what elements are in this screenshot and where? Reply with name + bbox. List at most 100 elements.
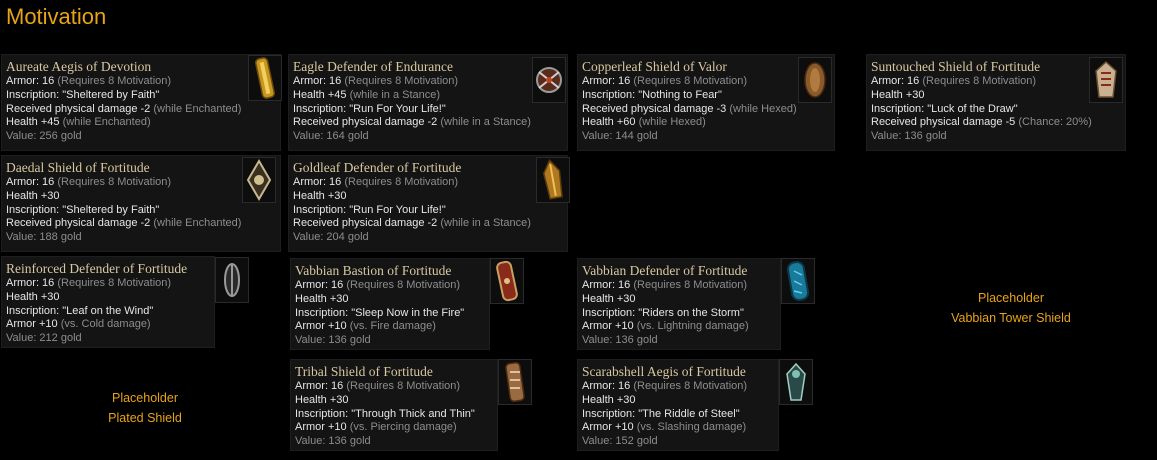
- item-name: Goldleaf Defender of Fortitude: [293, 160, 462, 175]
- requirement-note: (Requires 8 Motivation): [343, 380, 461, 392]
- item-stat: Health +30: [6, 290, 60, 303]
- item-value: Value: 188 gold: [6, 231, 82, 244]
- goldleaf-shield-icon[interactable]: [536, 157, 570, 203]
- item-stat: Inscription: "The Riddle of Steel": [582, 407, 740, 420]
- vabbian-defender-icon[interactable]: [781, 258, 815, 304]
- copperleaf-shield-icon[interactable]: [798, 57, 832, 103]
- armor-stat: Armor: 16: [6, 277, 55, 289]
- item-stat: Health +30: [295, 393, 349, 406]
- item-card[interactable]: Vabbian Bastion of Fortitude Armor: 16 (…: [290, 258, 490, 350]
- item-stat: Health +30: [871, 88, 925, 101]
- reinforced-shield-icon[interactable]: [215, 257, 249, 303]
- item-stat: Health +30: [582, 393, 636, 406]
- item-stat: Armor +10: [582, 421, 634, 434]
- requirement-note: (Requires 8 Motivation): [54, 277, 172, 289]
- item-stat: Received physical damage -2: [293, 217, 438, 230]
- requirement-note: (Requires 8 Motivation): [630, 279, 748, 291]
- armor-stat: Armor: 16: [6, 176, 55, 188]
- requirement-note: (Requires 8 Motivation): [54, 176, 172, 188]
- item-stat: Received physical damage -2: [6, 217, 151, 230]
- armor-stat: Armor: 16: [582, 279, 631, 291]
- armor-stat: Armor: 16: [295, 380, 344, 392]
- item-name: Scarabshell Aegis of Fortitude: [582, 364, 746, 379]
- item-stat: Health +60: [582, 116, 636, 129]
- item-value: Value: 136 gold: [871, 130, 947, 143]
- stat-note: (vs. Lightning damage): [633, 320, 749, 333]
- eagle-shield-icon[interactable]: [532, 57, 566, 103]
- scarabshell-shield-icon[interactable]: [779, 359, 813, 405]
- item-name: Aureate Aegis of Devotion: [6, 59, 152, 74]
- armor-stat: Armor: 16: [293, 176, 342, 188]
- placeholder-item-name: Vabbian Tower Shield: [951, 311, 1071, 325]
- item-stat: Health +30: [582, 292, 636, 305]
- item-stat: Received physical damage -2: [293, 116, 438, 129]
- placeholder-item-name: Plated Shield: [108, 411, 182, 425]
- item-value: Value: 256 gold: [6, 130, 82, 143]
- stat-note: (while Enchanted): [59, 116, 151, 129]
- placeholder-label: Placeholder: [977, 291, 1044, 305]
- item-name: Vabbian Defender of Fortitude: [582, 263, 748, 278]
- item-stat: Inscription: "Run For Your Life!": [293, 102, 446, 115]
- requirement-note: (Requires 8 Motivation): [630, 380, 748, 392]
- requirement-note: (Requires 8 Motivation): [341, 75, 459, 87]
- item-card[interactable]: Copperleaf Shield of Valor Armor: 16 (Re…: [577, 54, 835, 151]
- item-card[interactable]: Suntouched Shield of Fortitude Armor: 16…: [866, 54, 1126, 151]
- armor-stat: Armor: 16: [293, 75, 342, 87]
- placeholder-label: Placeholder: [111, 391, 178, 405]
- stat-note: (vs. Fire damage): [346, 320, 436, 333]
- item-stat: Health +30: [293, 189, 347, 202]
- item-stat: Health +45: [293, 88, 347, 101]
- item-card[interactable]: Goldleaf Defender of Fortitude Armor: 16…: [288, 155, 568, 252]
- stat-note: (vs. Cold damage): [57, 318, 151, 331]
- item-stat: Armor +10: [295, 320, 347, 333]
- item-stat: Armor +10: [6, 318, 58, 331]
- item-card[interactable]: Scarabshell Aegis of Fortitude Armor: 16…: [577, 359, 779, 451]
- item-stat: Health +30: [295, 292, 349, 305]
- item-name: Eagle Defender of Endurance: [293, 59, 454, 74]
- armor-stat: Armor: 16: [582, 380, 631, 392]
- stat-note: (while in a Stance): [346, 88, 441, 101]
- item-card[interactable]: Eagle Defender of Endurance Armor: 16 (R…: [288, 54, 568, 151]
- placeholder-vabbian-tower-shield: Placeholder Vabbian Tower Shield: [936, 288, 1086, 328]
- item-stat: Inscription: "Sheltered by Faith": [6, 203, 160, 216]
- aureate-shield-icon[interactable]: [248, 55, 282, 101]
- stat-note: (while in a Stance): [437, 116, 531, 129]
- item-name: Tribal Shield of Fortitude: [295, 364, 433, 379]
- requirement-note: (Requires 8 Motivation): [630, 75, 748, 87]
- suntouched-shield-icon[interactable]: [1089, 57, 1123, 103]
- item-stat: Inscription: "Run For Your Life!": [293, 203, 446, 216]
- requirement-note: (Requires 8 Motivation): [54, 75, 172, 87]
- item-card[interactable]: Daedal Shield of Fortitude Armor: 16 (Re…: [1, 155, 281, 252]
- item-value: Value: 136 gold: [582, 334, 658, 347]
- item-card[interactable]: Aureate Aegis of Devotion Armor: 16 (Req…: [1, 54, 281, 151]
- stat-note: (vs. Slashing damage): [633, 421, 747, 434]
- item-card[interactable]: Vabbian Defender of Fortitude Armor: 16 …: [577, 258, 781, 350]
- item-stat: Health +30: [6, 189, 60, 202]
- item-stat: Health +45: [6, 116, 60, 129]
- stat-note: (while Enchanted): [150, 102, 242, 115]
- item-stat: Armor +10: [582, 320, 634, 333]
- item-value: Value: 212 gold: [6, 332, 82, 345]
- placeholder-plated-shield: Placeholder Plated Shield: [95, 388, 195, 428]
- item-stat: Inscription: "Sleep Now in the Fire": [295, 306, 465, 319]
- item-card[interactable]: Tribal Shield of Fortitude Armor: 16 (Re…: [290, 359, 498, 451]
- item-value: Value: 136 gold: [295, 334, 371, 347]
- item-stat: Inscription: "Riders on the Storm": [582, 306, 744, 319]
- item-name: Reinforced Defender of Fortitude: [6, 261, 188, 276]
- tribal-shield-icon[interactable]: [498, 359, 532, 405]
- requirement-note: (Requires 8 Motivation): [343, 279, 461, 291]
- item-stat: Received physical damage -5: [871, 116, 1016, 129]
- vabbian-bastion-icon[interactable]: [490, 258, 524, 304]
- stat-note: (while Enchanted): [150, 217, 242, 230]
- daedal-shield-icon[interactable]: [242, 157, 276, 203]
- item-stat: Received physical damage -2: [6, 102, 151, 115]
- item-value: Value: 204 gold: [293, 231, 369, 244]
- item-name: Copperleaf Shield of Valor: [582, 59, 727, 74]
- item-value: Value: 164 gold: [293, 130, 369, 143]
- stat-note: (vs. Piercing damage): [346, 421, 457, 434]
- item-card[interactable]: Reinforced Defender of Fortitude Armor: …: [1, 256, 215, 348]
- item-name: Vabbian Bastion of Fortitude: [295, 263, 452, 278]
- stat-note: (while in a Stance): [437, 217, 531, 230]
- stat-note: (while Hexed): [635, 116, 706, 129]
- item-stat: Received physical damage -3: [582, 102, 727, 115]
